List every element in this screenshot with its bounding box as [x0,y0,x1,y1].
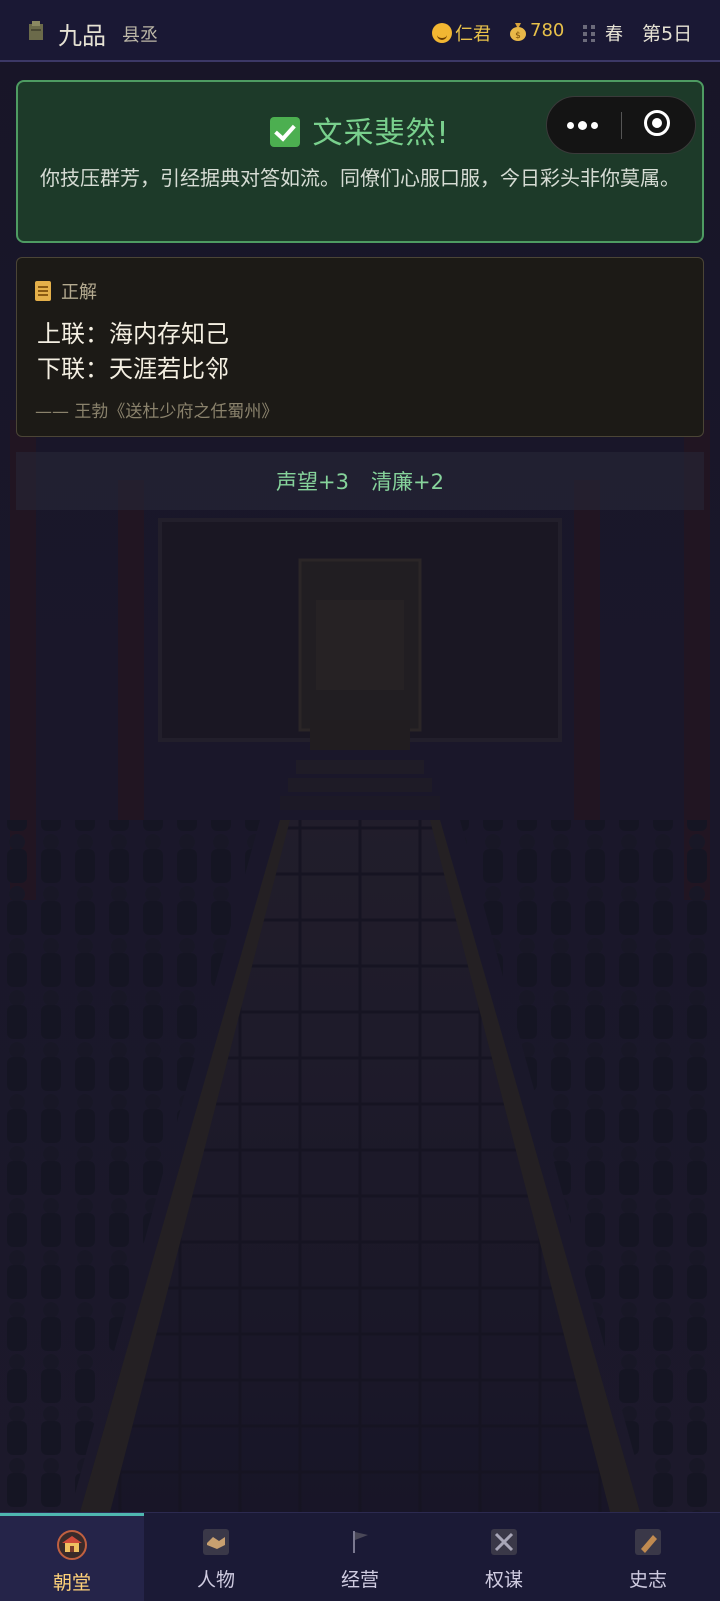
more-dot-icon [578,121,587,130]
upper-couplet: 上联：海内存知己 [37,320,229,348]
scroll-icon [635,1529,661,1555]
reward-strip: 声望+3 清廉+2 [16,452,704,510]
bottom-tab-bar: 朝堂 人物 经营 权谋 史志 [0,1512,720,1601]
official-rank: 九品 [58,22,106,50]
money-bag-icon: $ [510,22,526,41]
tab-court[interactable]: 朝堂 [0,1513,144,1601]
close-miniprogram-button[interactable] [622,97,696,153]
tab-business[interactable]: 经营 [288,1513,432,1601]
season-stat: 春 [582,20,623,46]
status-bar: 九品 县丞 仁君 $ 780 春 第5日 [0,0,720,62]
morality-value: 仁君 [455,24,491,45]
scroll-icon [35,281,51,301]
tab-label: 史志 [628,1569,667,1591]
morality-stat: 仁君 [432,20,491,46]
season-value: 春 [605,24,623,45]
flag-icon [353,1531,368,1553]
reward-integrity: 清廉+2 [371,470,444,494]
tab-label: 经营 [340,1569,379,1591]
result-description: 你技压群芳，引经据典对答如流。同僚们心服口服，今日彩头非你莫属。 [40,166,680,190]
day-value: 第5日 [642,23,693,45]
tab-label: 权谋 [484,1569,523,1591]
answer-header: 正解 [35,278,97,304]
miniprogram-capsule [546,96,696,154]
result-title: 文采斐然! [312,116,450,151]
tab-label: 人物 [196,1569,235,1591]
official-post: 县丞 [122,25,158,46]
crossed-swords-icon [491,1529,517,1555]
tab-schemes[interactable]: 权谋 [432,1513,576,1601]
smile-icon [432,23,452,43]
poem-source: —— 王勃《送杜少府之任蜀州》 [35,402,279,422]
more-dot-icon [591,122,598,129]
answer-card: 正解 上联：海内存知己 下联：天涯若比邻 —— 王勃《送杜少府之任蜀州》 [16,257,704,437]
official-hat-icon [29,21,43,40]
tab-characters[interactable]: 人物 [144,1513,288,1601]
answer-header-label: 正解 [61,282,97,303]
handshake-icon [203,1529,229,1555]
lower-couplet: 下联：天涯若比邻 [37,355,229,383]
money-value: 780 [530,20,565,41]
check-icon [270,117,301,147]
money-stat: $ 780 [509,20,564,41]
palace-icon [57,1530,87,1560]
more-options-button[interactable] [547,97,621,153]
tab-label: 朝堂 [52,1572,91,1594]
calendar-icon [583,25,595,42]
reward-reputation: 声望+3 [276,470,349,494]
svg-text:$: $ [515,31,521,41]
tab-history[interactable]: 史志 [576,1513,720,1601]
more-dot-icon [567,122,574,129]
